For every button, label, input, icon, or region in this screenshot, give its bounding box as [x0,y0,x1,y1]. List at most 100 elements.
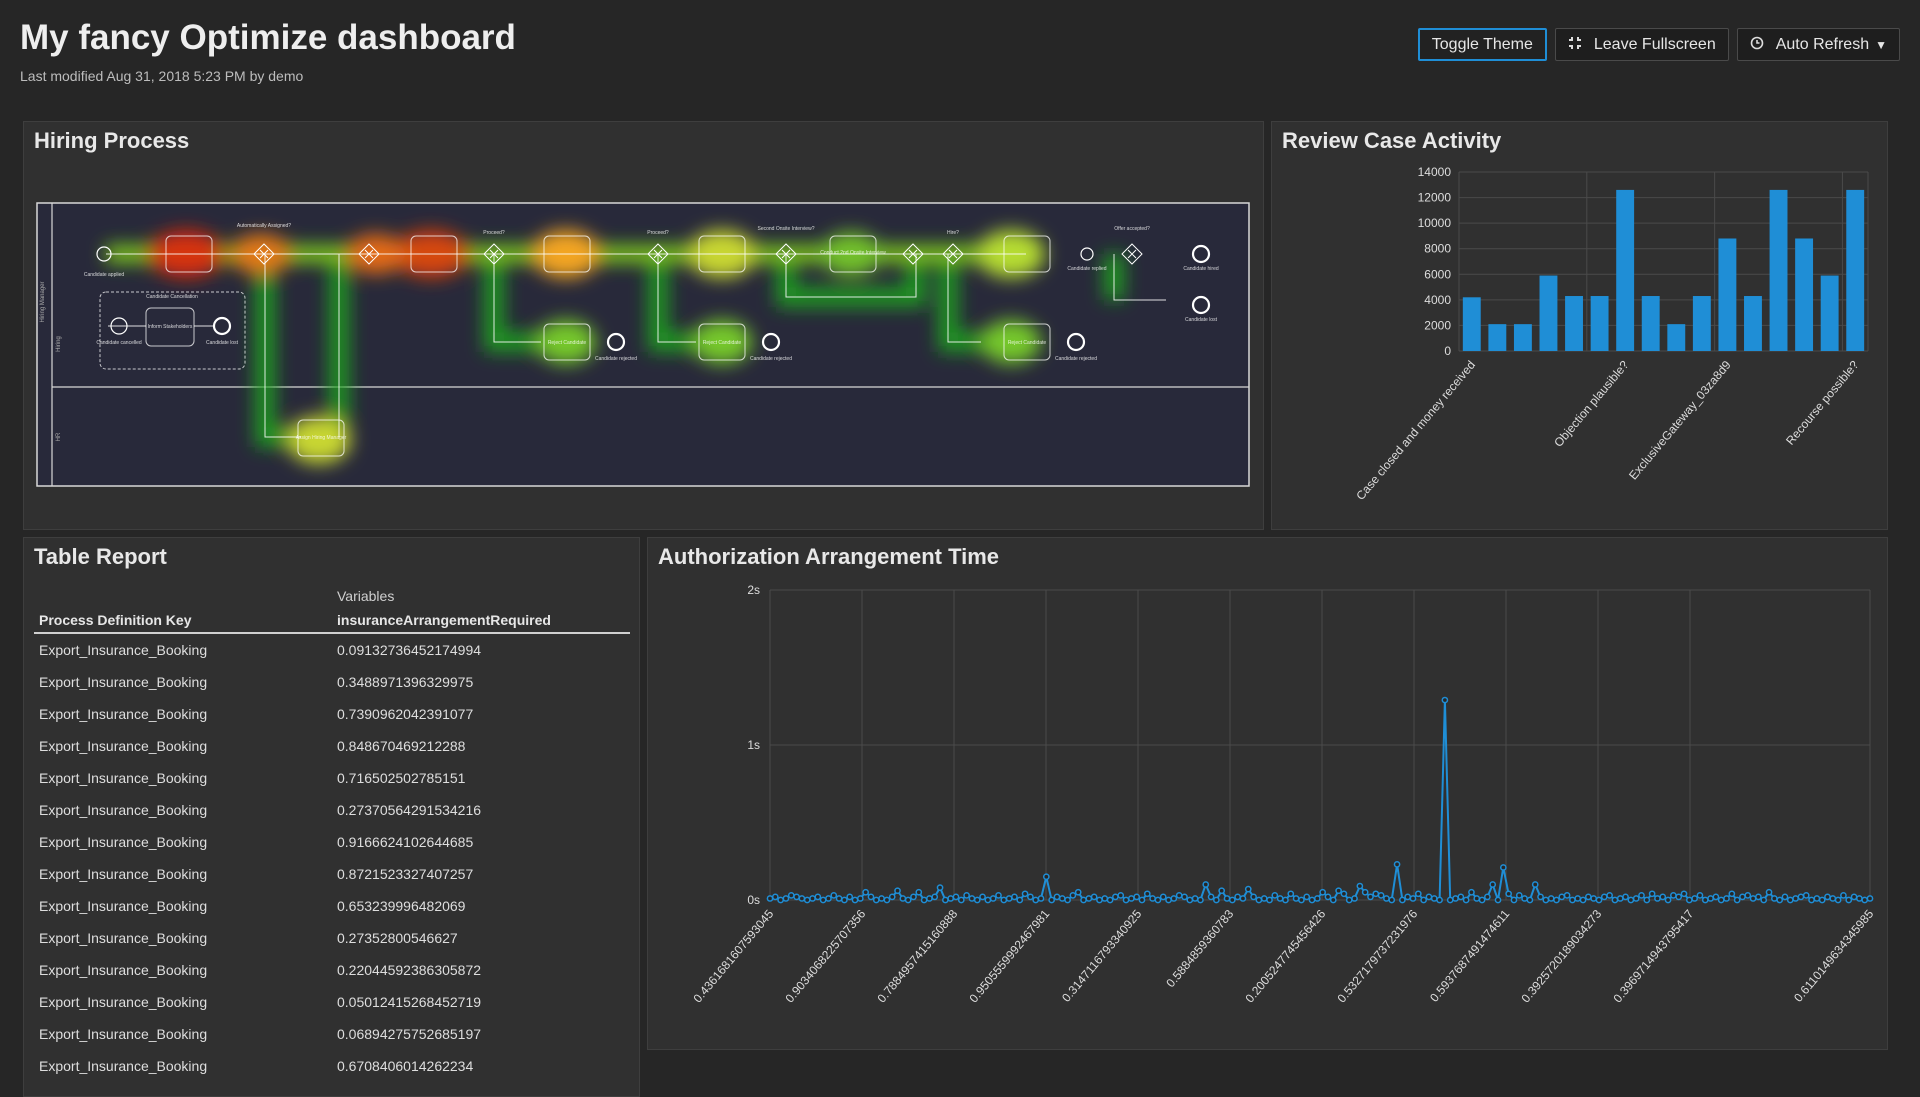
label-rejected-1: Candidate rejected [595,356,637,362]
data-point [872,896,880,904]
group-header-variables: Variables [337,588,395,604]
data-point [1643,896,1651,904]
data-point [1797,893,1805,901]
data-point [1627,896,1635,904]
data-point [1840,892,1847,899]
data-point [931,893,939,901]
data-point [1292,895,1300,902]
auto-refresh-dropdown[interactable]: Auto Refresh ▼ [1736,28,1900,61]
data-point [1250,893,1257,901]
data-point [1356,882,1364,890]
data-point [1159,893,1167,901]
hiring-process-tile[interactable]: Hiring Process Hiring Manager Hiring HR [23,121,1264,530]
bar [1692,296,1711,351]
cell-process-key: Export_Insurance_Booking [39,1058,208,1074]
authorization-arrangement-time-tile[interactable]: Authorization Arrangement Time 0s 1s 2s 0.4… [647,537,1888,1050]
data-point [1345,896,1353,904]
data-point [920,896,928,904]
cell-process-key: Export_Insurance_Booking [39,994,208,1010]
bar [1820,275,1839,351]
y-tick-label: 1s [747,738,760,752]
data-point [1611,896,1619,904]
data-point [856,895,864,902]
review-case-activity-tile[interactable]: Review Case Activity 0 2000 4000 6000 8000 10… [1271,121,1888,530]
data-point [1276,895,1284,902]
table-row: Export_Insurance_Booking 0.09132736452174… [34,633,630,666]
x-tick-label: 0.5937687491474611 [1427,907,1512,1005]
data-point [1016,896,1024,904]
data-point [1377,892,1385,899]
data-point [1175,892,1183,899]
data-point [1186,896,1194,904]
label-candidate-replied: Candidate replied [1067,266,1106,272]
data-point [1829,895,1837,902]
x-tick-label: 0.2005247745456426 [1242,907,1328,1006]
data-point [851,896,859,904]
data-point [1218,887,1226,895]
data-point [1675,893,1683,901]
data-point [1781,893,1789,901]
data-point [1845,896,1853,904]
data-point [1802,892,1810,899]
data-point [1638,892,1645,899]
data-point [1048,896,1055,904]
cell-variable-value: 0.653239996482069 [337,898,466,914]
label-offer-accepted: Offer accepted? [1114,226,1150,232]
data-point [1813,895,1821,902]
data-point [1595,896,1603,904]
data-point [846,893,854,901]
data-point [1080,896,1087,904]
label-start: Candidate applied [84,272,125,278]
data-point [1255,896,1263,904]
table-row: Export_Insurance_Booking 0.73909620423910… [34,698,630,730]
data-point [1069,892,1077,899]
data-point [1372,890,1380,898]
column-header-process-key[interactable]: Process Definition Key [34,608,332,634]
data-point [1165,896,1172,904]
toggle-theme-label: Toggle Theme [1431,35,1533,53]
data-point [1388,896,1396,904]
bar [1565,296,1583,351]
data-point [1622,893,1629,901]
data-point [1399,896,1406,904]
table-report-tile[interactable]: Table Report Variables Process Definitio… [23,537,640,1097]
label-subprocess: Candidate Cancellation [146,294,198,300]
data-point [915,888,923,896]
data-point [1420,896,1427,904]
data-point [1755,893,1762,901]
y-tick-label: 8000 [1424,242,1451,256]
label-lost-2: Candidate lost [206,340,239,346]
data-point [1122,896,1130,904]
data-point [1170,895,1178,902]
lane-label-hr: HR [56,432,62,441]
exit-fullscreen-icon [1568,36,1582,54]
cell-variable-value: 0.06894275752685197 [337,1026,482,1042]
table-row: Export_Insurance_Booking 0.05012415268452… [34,986,630,1018]
leave-fullscreen-button[interactable]: Leave Fullscreen [1554,28,1729,61]
table-row: Export_Insurance_Booking 0.34889713963299… [34,666,630,698]
bar [1795,238,1814,351]
label-lost: Candidate lost [1185,317,1218,323]
data-point [957,896,965,904]
data-point [1042,873,1050,881]
table-row: Export_Insurance_Booking 0.06894275752685… [34,1018,630,1050]
data-point [936,884,944,891]
toggle-theme-button[interactable]: Toggle Theme [1417,28,1547,61]
data-point [1606,892,1613,899]
column-header-variable[interactable]: insuranceArrangementRequired [332,608,630,634]
x-tick-label: 0.6110149634345985 [1791,907,1876,1005]
cell-variable-value: 0.848670469212288 [337,738,466,754]
y-tick-label: 12000 [1418,191,1452,205]
dashboard-toolbar: Toggle Theme Leave Fullscreen Auto Refre… [1417,28,1900,61]
data-point [1457,893,1465,901]
data-point [1319,888,1327,896]
data-point [1542,896,1550,904]
dashboard-header: My fancy Optimize dashboard Last modifie… [20,14,516,84]
data-point [1579,896,1587,904]
bpmn-heatmap-diagram[interactable]: Hiring Manager Hiring HR Automatically A… [36,202,1250,487]
cell-variable-value: 0.8721523327407257 [337,866,474,882]
data-point [1271,892,1279,899]
data-point [883,896,891,904]
data-point [1106,896,1114,904]
review-bar-chart: 0 2000 4000 6000 8000 10000 12000 14000 Case clo… [1353,165,1869,503]
